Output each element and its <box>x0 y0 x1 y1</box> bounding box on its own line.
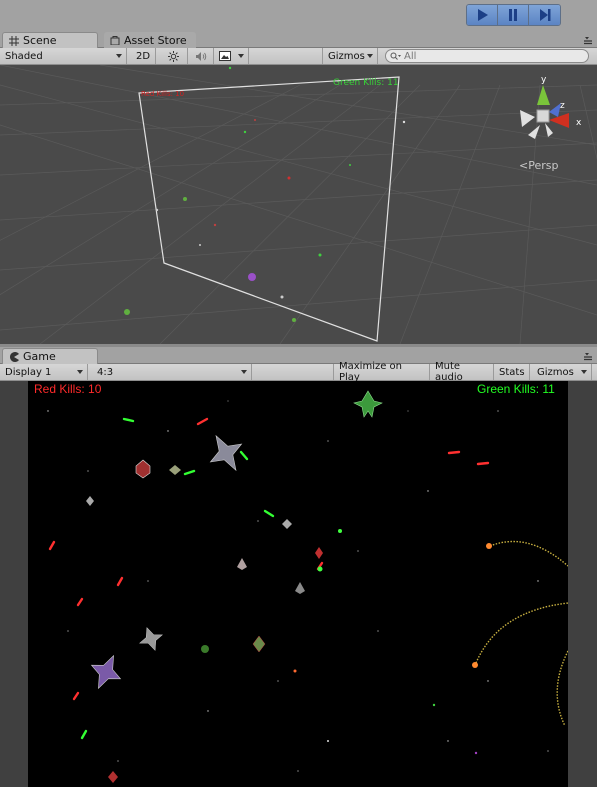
green-ship <box>252 635 266 653</box>
projection-text: Persp <box>528 159 559 172</box>
scene-tabstrip: Scene Asset Store <box>0 31 597 48</box>
red-ship <box>108 771 118 783</box>
grid-lines <box>0 65 597 344</box>
play-icon <box>478 9 488 21</box>
search-icon <box>390 52 401 60</box>
mute-audio-label: Mute audio <box>435 361 463 383</box>
fireball <box>472 662 478 668</box>
aspect-label: 4:3 <box>97 366 114 378</box>
search-placeholder: All <box>404 50 417 62</box>
game-toolbar: Display 1 4:3 Maximize on Play Mute audi… <box>0 361 597 383</box>
grid-icon <box>9 35 19 46</box>
small-ship <box>237 558 247 570</box>
scene-gizmos-dropdown[interactable]: Gizmos <box>322 48 378 64</box>
chevron-down-icon <box>116 54 122 58</box>
scene-overlay-red-kills: Red Kills: 10 <box>141 90 185 98</box>
gizmo-z-label: z <box>560 101 565 111</box>
small-ship <box>86 496 94 506</box>
pause-button[interactable] <box>498 5 529 25</box>
game-viewport[interactable] <box>0 381 597 787</box>
game-gizmos-dropdown[interactable]: Gizmos <box>532 364 592 380</box>
gizmo-y-label: y <box>541 75 547 85</box>
green-orb <box>201 645 209 653</box>
chevron-down-icon <box>241 370 247 374</box>
mute-audio-toggle[interactable]: Mute audio <box>430 361 494 383</box>
scene-grid: y z x <box>0 65 597 344</box>
tab-scene-label: Scene <box>23 34 57 47</box>
gray-ship <box>209 434 243 472</box>
play-button[interactable] <box>467 5 498 25</box>
green-orb <box>338 529 342 533</box>
tab-game-label: Game <box>23 350 56 363</box>
projection-label[interactable]: <Persp <box>519 159 558 172</box>
gizmo-x-label: x <box>576 118 582 128</box>
display-label: Display 1 <box>5 366 52 378</box>
shading-mode-dropdown[interactable]: Shaded <box>0 48 127 64</box>
pause-icon <box>509 9 517 21</box>
display-dropdown[interactable]: Display 1 <box>0 364 88 380</box>
stats-label: Stats <box>499 366 525 378</box>
scene-toolbar: Shaded 2D Gizmos All <box>0 48 597 65</box>
game-canvas[interactable] <box>28 381 568 787</box>
maximize-on-play-label: Maximize on Play <box>339 361 403 383</box>
orientation-gizmo[interactable]: y z x <box>520 75 582 139</box>
tab-game[interactable]: Game <box>2 348 98 364</box>
purple-ship <box>90 654 122 690</box>
toggle-2d-button[interactable]: 2D <box>131 48 156 64</box>
lasers <box>48 417 490 740</box>
game-scene <box>47 390 568 783</box>
green-kills-label: Green Kills: 11 <box>477 382 555 396</box>
shading-mode-label: Shaded <box>5 50 43 62</box>
panel-menu-icon[interactable] <box>583 35 593 45</box>
step-button[interactable] <box>529 5 560 25</box>
game-tabstrip: Game <box>0 347 597 364</box>
maximize-on-play-toggle[interactable]: Maximize on Play <box>333 361 430 383</box>
chevron-down-icon <box>581 370 587 374</box>
aspect-dropdown[interactable]: 4:3 <box>92 364 252 380</box>
gray-ship <box>139 627 163 651</box>
scene-overlay-green-kills: Green Kills: 11 <box>333 78 399 88</box>
fireball <box>486 543 492 549</box>
shopping-bag-icon <box>110 36 120 45</box>
scene-gizmos-label: Gizmos <box>328 50 365 62</box>
green-orb <box>317 566 323 572</box>
persp-arrow-icon: < <box>519 159 529 172</box>
image-icon <box>219 51 231 61</box>
tab-asset-store[interactable]: Asset Store <box>104 32 196 48</box>
green-ship <box>353 390 383 418</box>
pacman-icon <box>10 351 19 362</box>
play-toolbar <box>0 0 597 31</box>
audio-toggle[interactable] <box>188 48 214 64</box>
ships <box>86 390 383 783</box>
chevron-down-icon <box>367 54 373 58</box>
red-ship <box>135 459 151 479</box>
hierarchy-search-input[interactable]: All <box>385 49 589 63</box>
sun-icon <box>168 50 179 62</box>
chevron-down-icon <box>77 370 83 374</box>
particle-trails <box>475 540 568 727</box>
red-ship <box>315 547 323 559</box>
panel-menu-icon[interactable] <box>583 351 593 361</box>
toggle-2d-label: 2D <box>136 50 151 62</box>
lighting-toggle[interactable] <box>160 48 188 64</box>
scene-objects <box>124 66 406 322</box>
speaker-icon <box>195 51 206 61</box>
fireball <box>293 669 297 673</box>
play-controls <box>466 4 561 26</box>
chevron-down-icon <box>238 54 244 58</box>
tab-asset-store-label: Asset Store <box>124 33 187 47</box>
small-ship <box>295 582 305 594</box>
camera-frustum <box>138 76 400 342</box>
step-icon <box>539 9 550 21</box>
stats-toggle[interactable]: Stats <box>494 364 530 380</box>
scene-viewport[interactable]: y z x Red Kills: 10 Green Kills: 11 <Per… <box>0 65 597 344</box>
small-ship <box>169 465 181 475</box>
small-ship <box>282 519 292 529</box>
game-gizmos-label: Gizmos <box>537 366 574 378</box>
effects-dropdown[interactable] <box>214 48 249 64</box>
tab-scene[interactable]: Scene <box>2 32 98 48</box>
red-kills-label: Red Kills: 10 <box>34 382 102 396</box>
